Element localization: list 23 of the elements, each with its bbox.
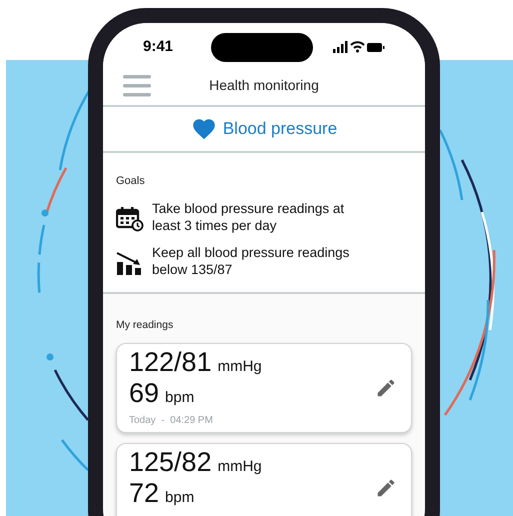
status-time: 9:41: [143, 36, 174, 57]
section-title: Blood pressure: [222, 118, 338, 140]
goals-heading: Goals: [116, 174, 146, 189]
goal-text: Keep all blood pressure readings below 135/87: [152, 244, 350, 278]
pressure-value: 122/81: [129, 349, 212, 376]
readings-heading: My readings: [116, 318, 174, 332]
pressure-unit: mmHg: [218, 457, 262, 478]
header-title: Health monitoring: [209, 76, 319, 95]
pressure-value: 125/82: [129, 449, 212, 476]
reading-card[interactable]: 125/82 mmHg 72 bpm: [116, 443, 412, 516]
pulse-value: 72: [129, 480, 160, 508]
pulse-unit: bpm: [165, 488, 194, 508]
edit-icon[interactable]: [375, 377, 397, 400]
calendar-clock-icon: [116, 206, 144, 232]
status-icons-drawing: [333, 41, 385, 53]
pulse-value: 69: [129, 380, 160, 408]
pressure-unit: mmHg: [218, 357, 262, 378]
reading-timestamp: Today - 04:29 PM: [129, 414, 214, 428]
edit-icon[interactable]: [375, 477, 397, 500]
pulse-unit: bpm: [165, 388, 194, 408]
decreasing-chart-icon: [116, 250, 144, 276]
reading-card[interactable]: 122/81 mmHg 69 bpm Today - 04:29 PM: [116, 343, 412, 434]
goal-text: Take blood pressure readings at least 3 times per day: [152, 200, 346, 234]
